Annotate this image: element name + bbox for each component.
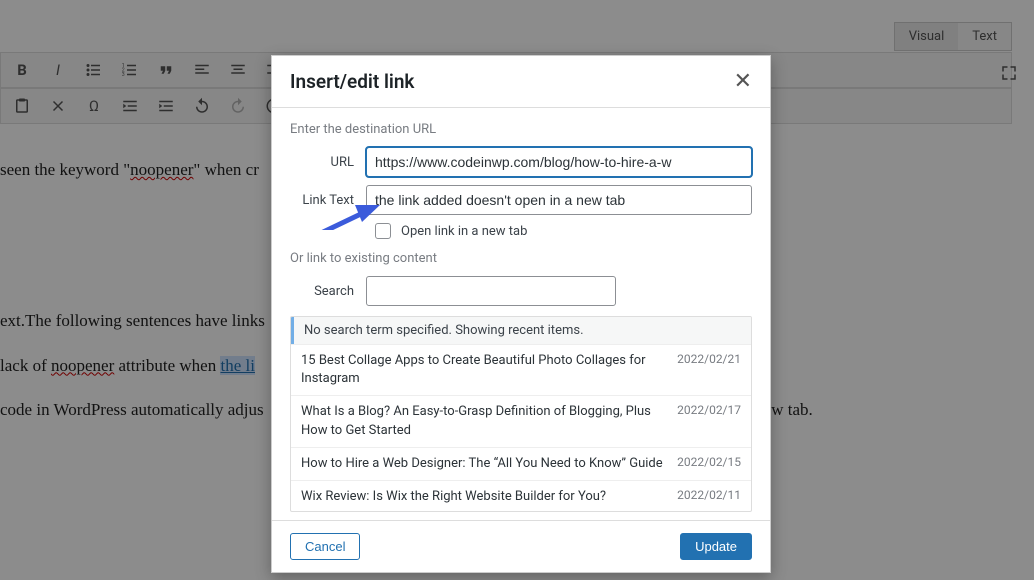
result-title: 15 Best Collage Apps to Create Beautiful… bbox=[301, 352, 665, 388]
results-header: No search term specified. Showing recent… bbox=[291, 317, 751, 344]
result-date: 2022/02/11 bbox=[677, 488, 741, 502]
linktext-label: Link Text bbox=[290, 193, 366, 208]
result-date: 2022/02/15 bbox=[677, 455, 741, 469]
result-item[interactable]: What Is a Blog? An Easy-to-Grasp Definit… bbox=[291, 395, 751, 446]
result-date: 2022/02/17 bbox=[677, 403, 741, 417]
modal-header: Insert/edit link ✕ bbox=[272, 56, 770, 108]
insert-link-modal: Insert/edit link ✕ Enter the destination… bbox=[271, 55, 771, 573]
modal-title: Insert/edit link bbox=[290, 70, 414, 93]
result-date: 2022/02/21 bbox=[677, 352, 741, 366]
result-item[interactable]: 15 Best Collage Apps to Create Beautiful… bbox=[291, 344, 751, 395]
update-button[interactable]: Update bbox=[680, 533, 752, 560]
result-title: Wix Review: Is Wix the Right Website Bui… bbox=[301, 488, 665, 506]
result-title: What Is a Blog? An Easy-to-Grasp Definit… bbox=[301, 403, 665, 439]
close-icon[interactable]: ✕ bbox=[734, 71, 752, 93]
result-item[interactable]: Wix Review: Is Wix the Right Website Bui… bbox=[291, 480, 751, 512]
modal-body: Enter the destination URL URL Link Text … bbox=[272, 108, 770, 520]
linktext-input[interactable] bbox=[366, 185, 752, 215]
newtab-label: Open link in a new tab bbox=[401, 224, 527, 239]
newtab-checkbox[interactable] bbox=[375, 223, 391, 239]
search-input[interactable] bbox=[366, 276, 616, 306]
help-text: Enter the destination URL bbox=[290, 122, 752, 137]
modal-footer: Cancel Update bbox=[272, 520, 770, 572]
or-link-text: Or link to existing content bbox=[290, 251, 752, 266]
results-list: No search term specified. Showing recent… bbox=[290, 316, 752, 512]
result-title: How to Hire a Web Designer: The “All You… bbox=[301, 455, 665, 473]
url-input[interactable] bbox=[366, 147, 752, 177]
url-label: URL bbox=[290, 155, 366, 170]
search-label: Search bbox=[290, 284, 366, 299]
result-item[interactable]: How to Hire a Web Designer: The “All You… bbox=[291, 447, 751, 480]
cancel-button[interactable]: Cancel bbox=[290, 533, 360, 560]
